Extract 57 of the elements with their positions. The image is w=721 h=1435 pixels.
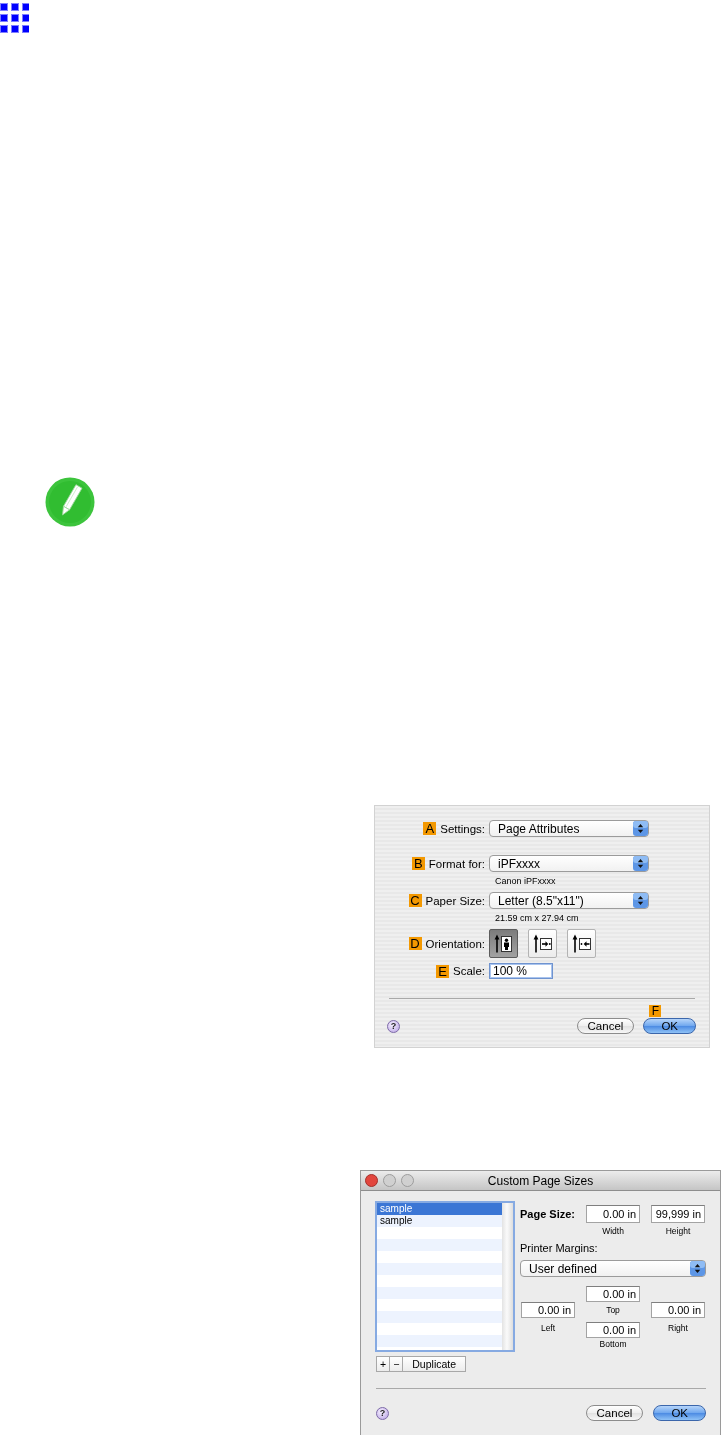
margin-field[interactable]: 0.00 in — [586, 1286, 640, 1302]
callout-label: C — [408, 894, 422, 907]
popup-button[interactable]: iPFxxxx — [489, 855, 649, 872]
margin-field[interactable]: 0.00 in — [586, 1322, 640, 1338]
margin-field[interactable]: 0.00 in — [651, 1302, 705, 1318]
field-label: Paper Size: — [425, 894, 485, 907]
push-button[interactable]: Cancel — [576, 1018, 635, 1034]
landscape-page-icon — [532, 933, 553, 954]
callout-label: F — [649, 1005, 662, 1017]
reversed-landscape-page-icon — [571, 933, 592, 954]
scale-field[interactable]: 100 % — [489, 963, 553, 979]
default-button[interactable]: OK — [643, 1018, 696, 1034]
callout-label: E — [436, 964, 450, 978]
stepper-arrows-icon — [690, 1261, 705, 1276]
list-button[interactable]: + — [376, 1356, 391, 1372]
stepper-arrows-icon — [633, 821, 648, 836]
callout-label: A — [423, 822, 437, 835]
margin-field[interactable]: 0.00 in — [521, 1302, 575, 1318]
default-button[interactable]: OK — [653, 1405, 706, 1421]
stepper-arrows-icon — [633, 856, 648, 871]
field-caption: Width — [602, 1225, 624, 1237]
field-caption: Top — [606, 1304, 620, 1316]
close-icon[interactable] — [365, 1174, 378, 1187]
pencil-icon — [45, 477, 95, 527]
window-title: Custom Page Sizes — [487, 1173, 594, 1188]
stepper-arrows-icon — [633, 893, 648, 908]
field-caption: Bottom — [599, 1338, 627, 1350]
portrait-page-icon — [493, 933, 514, 954]
field-caption: Left — [540, 1322, 556, 1334]
height-field[interactable]: 99,999 in — [651, 1205, 705, 1223]
list-item[interactable]: sample — [377, 1203, 502, 1215]
help-button[interactable]: ? — [376, 1407, 389, 1420]
field-label: Scale: — [453, 965, 485, 977]
orientation-button[interactable] — [567, 929, 596, 958]
list-button[interactable]: − — [390, 1356, 404, 1372]
list-item[interactable]: sample — [377, 1215, 502, 1227]
popup-button[interactable]: User defined — [520, 1260, 706, 1277]
orientation-button[interactable] — [489, 929, 518, 958]
callout-label: D — [408, 937, 422, 950]
field-label: Page Size: — [520, 1207, 577, 1222]
push-button[interactable]: Cancel — [585, 1405, 644, 1421]
field-caption: Height — [665, 1225, 691, 1237]
callout-label: B — [411, 857, 425, 870]
hint-text: 21.59 cm x 27.94 cm — [495, 912, 580, 924]
field-label: Orientation: — [425, 937, 485, 950]
orientation-button[interactable] — [528, 929, 557, 958]
field-label: Settings: — [440, 822, 485, 835]
list-button[interactable]: Duplicate — [403, 1356, 467, 1372]
hint-text: Canon iPFxxxx — [495, 875, 557, 887]
width-field[interactable]: 0.00 in — [586, 1205, 640, 1223]
grid-icon — [0, 3, 29, 33]
popup-button[interactable]: Letter (8.5"x11") — [489, 892, 649, 909]
popup-button[interactable]: Page Attributes — [489, 820, 649, 837]
field-label: Printer Margins: — [520, 1241, 598, 1255]
field-caption: Right — [668, 1322, 688, 1334]
help-button[interactable]: ? — [387, 1020, 400, 1033]
field-label: Format for: — [428, 857, 485, 870]
